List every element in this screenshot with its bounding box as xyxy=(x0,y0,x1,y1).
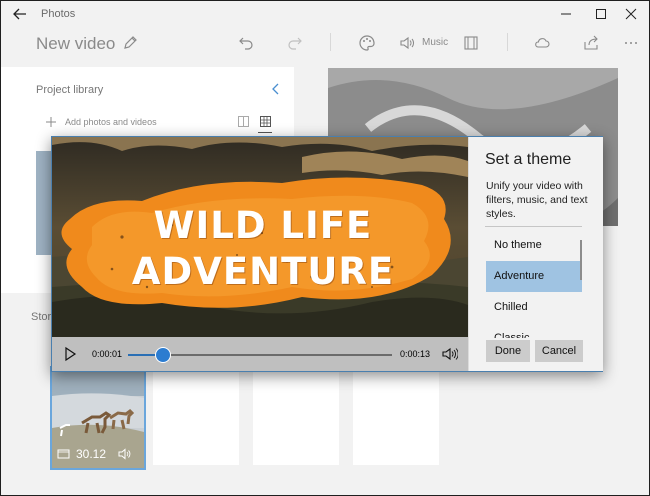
redo-icon[interactable] xyxy=(286,34,304,52)
minimize-icon[interactable] xyxy=(559,7,573,21)
theme-option[interactable]: Adventure xyxy=(486,261,582,292)
storyboard-clip-selected[interactable]: 30.12 xyxy=(50,366,146,470)
theme-option[interactable]: No theme xyxy=(486,230,582,261)
divider xyxy=(485,226,582,227)
cloud-icon[interactable] xyxy=(533,34,551,52)
play-icon[interactable] xyxy=(63,346,77,362)
theme-option[interactable]: Chilled xyxy=(486,292,582,323)
storyboard-label: Stor xyxy=(31,311,52,323)
photos-window: Photos New video Music Project library A… xyxy=(0,0,650,496)
close-icon[interactable] xyxy=(624,7,638,21)
plus-icon[interactable] xyxy=(45,116,57,128)
theme-panel-title: Set a theme xyxy=(485,151,572,168)
theme-list-scrollbar[interactable] xyxy=(580,240,582,280)
theme-list: No theme Adventure Chilled Classic xyxy=(486,230,582,338)
chevron-left-icon[interactable] xyxy=(269,82,283,96)
add-photos-button[interactable]: Add photos and videos xyxy=(65,117,157,127)
seek-bar[interactable] xyxy=(128,347,392,363)
current-time: 0:00:01 xyxy=(92,349,123,359)
palette-icon[interactable] xyxy=(358,34,376,52)
volume-icon[interactable] xyxy=(442,347,458,361)
project-library-title: Project library xyxy=(36,84,104,96)
grid-view-icon[interactable] xyxy=(237,115,250,128)
text-frame-icon[interactable] xyxy=(462,34,480,52)
speaker-icon[interactable] xyxy=(398,34,416,52)
overlay-line-2: ADVENTURE xyxy=(131,250,395,293)
storyboard-slot[interactable] xyxy=(153,369,239,465)
more-icon[interactable] xyxy=(622,34,640,52)
toolbar: New video Music xyxy=(1,27,649,59)
pencil-icon[interactable] xyxy=(121,34,139,52)
title-bar: Photos xyxy=(1,1,649,27)
active-view-indicator xyxy=(258,132,272,133)
toolbar-separator xyxy=(330,33,331,51)
theme-dialog: WILD LIFE ADVENTURE 0:00:01 0:00:13 Set … xyxy=(51,136,603,372)
end-time: 0:00:13 xyxy=(400,349,431,359)
overlay-line-1: WILD LIFE xyxy=(153,204,373,247)
clip-duration: 30.12 xyxy=(76,447,107,461)
storyboard-slot[interactable] xyxy=(353,369,439,465)
storyboard-slot[interactable] xyxy=(253,369,339,465)
undo-icon[interactable] xyxy=(237,34,255,52)
back-arrow-icon[interactable] xyxy=(11,5,29,23)
theme-panel: Set a theme Unify your video with filter… xyxy=(468,137,603,371)
music-button-label[interactable]: Music xyxy=(422,37,448,48)
cancel-button[interactable]: Cancel xyxy=(535,340,583,362)
speaker-icon[interactable] xyxy=(118,448,131,460)
theme-panel-description: Unify your video with filters, music, an… xyxy=(486,180,588,220)
list-view-icon[interactable] xyxy=(259,115,272,128)
theme-option[interactable]: Classic xyxy=(486,323,582,338)
app-title: Photos xyxy=(41,8,76,20)
video-overlay-title: WILD LIFE ADVENTURE xyxy=(108,203,418,295)
share-icon[interactable] xyxy=(582,34,600,52)
toolbar-separator xyxy=(507,33,508,51)
seek-bar-handle[interactable] xyxy=(155,347,172,363)
clip-icon xyxy=(57,449,70,459)
done-button[interactable]: Done xyxy=(486,340,530,362)
maximize-icon[interactable] xyxy=(594,7,608,21)
video-preview[interactable]: WILD LIFE ADVENTURE xyxy=(52,137,468,337)
playback-controls: 0:00:01 0:00:13 xyxy=(52,337,468,371)
project-title[interactable]: New video xyxy=(36,34,115,54)
